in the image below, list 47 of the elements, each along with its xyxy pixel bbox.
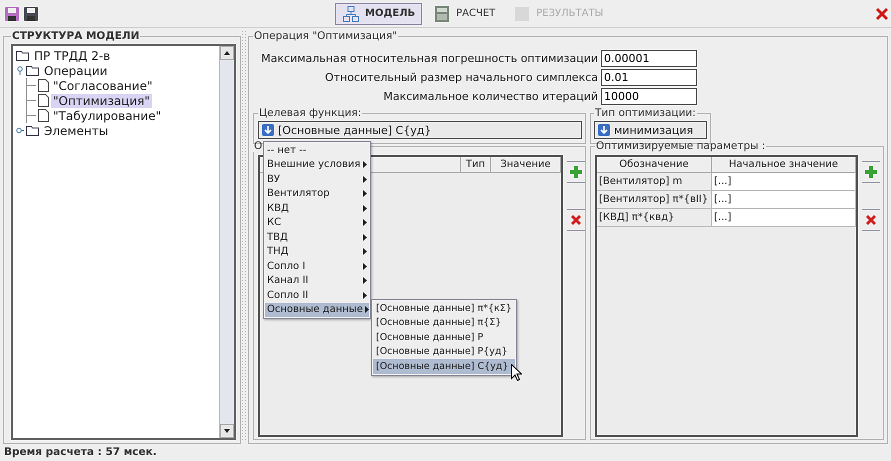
panel-title: СТРУКТУРА МОДЕЛИ — [11, 30, 140, 42]
tree-item[interactable]: "Согласование" — [51, 78, 154, 92]
tree-item[interactable]: Элементы — [42, 124, 110, 138]
tab[interactable]: РАСЧЕТ — [426, 2, 502, 24]
input-field[interactable]: 0.00001 — [601, 50, 697, 67]
menu-item[interactable]: [Основные данные] C{уд} — [373, 359, 515, 374]
menu-item[interactable]: Сопло I — [265, 259, 369, 274]
panel-title: О — [253, 140, 264, 152]
menu-item[interactable]: Основные данные — [265, 302, 369, 317]
column-header[interactable]: Обозначение — [597, 157, 712, 172]
menu-item[interactable]: [Основные данные] π{Σ} — [373, 316, 515, 330]
table-cell[interactable]: [...] — [712, 209, 856, 226]
setting-label: Относительный размер начального симплекса — [324, 71, 598, 84]
optimization-type-dropdown[interactable]: минимизация — [594, 121, 707, 139]
menu-item[interactable]: [Основные данные] P{уд} — [373, 344, 515, 359]
setting-label: Максимальная относительная погрешность оптимизации — [260, 52, 598, 65]
input-field[interactable]: 10000 — [601, 88, 697, 105]
panel-title: Тип оптимизации: — [594, 107, 697, 119]
column-header[interactable]: Тип — [461, 157, 491, 172]
menu-item[interactable]: Сопло II — [265, 288, 369, 302]
target-function-dropdown[interactable]: [Основные данные] C{уд} — [258, 121, 582, 139]
menu-item[interactable]: ТВД — [265, 230, 369, 244]
input-field[interactable]: 0.01 — [601, 69, 697, 86]
menu-item[interactable]: Канал II — [265, 274, 369, 288]
panel-title: Целевая функция: — [258, 107, 362, 119]
tab[interactable]: МОДЕЛЬ — [335, 2, 422, 24]
menu-item[interactable]: КВД — [265, 201, 369, 216]
table-cell[interactable]: [...] — [712, 173, 856, 190]
panel-title: Операция "Оптимизация" — [253, 30, 398, 42]
panel-title: Оптимизируемые параметры : — [595, 140, 766, 152]
menu-item[interactable]: -- нет -- — [265, 143, 369, 158]
tree-item[interactable]: Операции — [42, 64, 110, 78]
table-cell[interactable]: [...] — [712, 191, 856, 208]
column-header[interactable]: Значение — [491, 157, 561, 172]
column-header[interactable]: Начальное значение — [712, 157, 856, 172]
menu-item[interactable]: [Основные данные] π*{кΣ} — [373, 301, 515, 316]
menu-item[interactable]: Внешние условия — [265, 158, 369, 172]
menu-item[interactable]: ТНД — [265, 244, 369, 259]
menu-item[interactable]: ВУ — [265, 172, 369, 186]
tree-item[interactable]: "Табулирование" — [51, 108, 164, 122]
status-text: Время расчета : 57 мсек. — [3, 445, 158, 460]
tree-item[interactable]: "Оптимизация" — [51, 94, 152, 108]
menu-item[interactable]: КС — [265, 216, 369, 230]
setting-label: Максимальное количество итераций — [382, 90, 598, 103]
tree-item[interactable]: ПР ТРДД 2-в — [32, 48, 112, 62]
menu-item[interactable]: Вентилятор — [265, 186, 369, 201]
menu-item[interactable]: [Основные данные] P — [373, 330, 515, 344]
